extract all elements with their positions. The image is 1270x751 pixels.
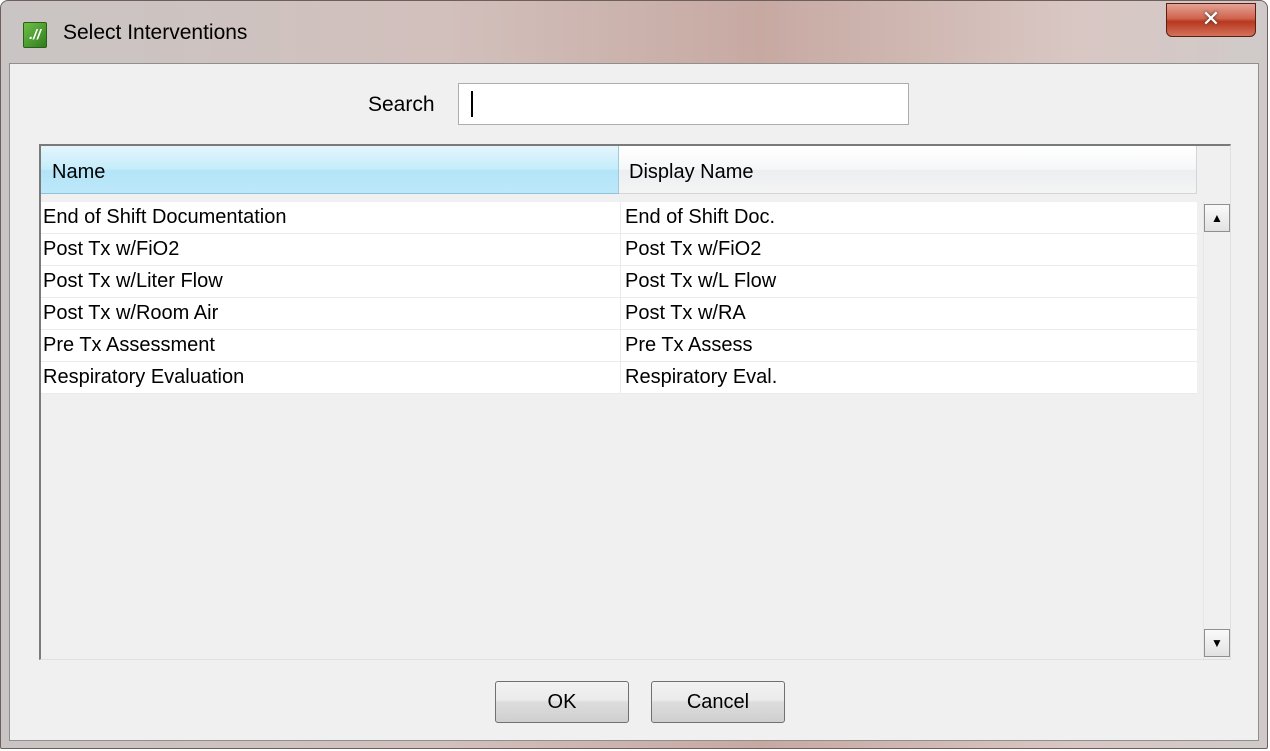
dialog-body: Search Name Display Name End of Shift Do… <box>9 63 1259 741</box>
cell-display-name: End of Shift Doc. <box>625 206 776 228</box>
search-input[interactable] <box>458 83 909 125</box>
window-title: Select Interventions <box>63 21 248 44</box>
column-header-display-name[interactable]: Display Name <box>619 146 1197 194</box>
column-header-name[interactable]: Name <box>41 146 619 194</box>
interventions-table: Name Display Name End of Shift Documenta… <box>39 144 1231 660</box>
cell-display-name: Post Tx w/RA <box>625 302 746 324</box>
close-icon: ✕ <box>1201 6 1221 31</box>
cell-display-name: Post Tx w/FiO2 <box>625 238 762 260</box>
cell-display-name: Respiratory Eval. <box>625 366 778 388</box>
close-button[interactable]: ✕ <box>1166 3 1256 37</box>
table-header: Name Display Name <box>41 146 1197 196</box>
text-cursor <box>471 91 473 117</box>
app-icon: .// <box>23 22 47 48</box>
title-bar[interactable]: .// Select Interventions ✕ <box>1 1 1267 63</box>
select-interventions-dialog: .// Select Interventions ✕ Search Name D… <box>0 0 1268 749</box>
table-row[interactable]: Post Tx w/Liter Flow Post Tx w/L Flow <box>41 266 1197 298</box>
cell-display-name: Post Tx w/L Flow <box>625 270 777 292</box>
cancel-button[interactable]: Cancel <box>651 681 785 723</box>
scroll-down-button[interactable]: ▼ <box>1204 629 1230 657</box>
cell-name: Post Tx w/FiO2 <box>41 234 621 265</box>
ok-button[interactable]: OK <box>495 681 629 723</box>
table-row[interactable]: Pre Tx Assessment Pre Tx Assess <box>41 330 1197 362</box>
table-row[interactable]: End of Shift Documentation End of Shift … <box>41 202 1197 234</box>
cell-name: Post Tx w/Room Air <box>41 298 621 329</box>
table-row[interactable]: Post Tx w/FiO2 Post Tx w/FiO2 <box>41 234 1197 266</box>
arrow-down-icon: ▼ <box>1211 636 1223 650</box>
vertical-scrollbar[interactable]: ▲ ▼ <box>1203 202 1230 659</box>
scroll-up-button[interactable]: ▲ <box>1204 204 1230 232</box>
table-row[interactable]: Respiratory Evaluation Respiratory Eval. <box>41 362 1197 394</box>
search-label: Search <box>368 93 435 116</box>
cell-name: Respiratory Evaluation <box>41 362 621 393</box>
cell-name: End of Shift Documentation <box>41 202 621 233</box>
table-body: End of Shift Documentation End of Shift … <box>41 202 1197 394</box>
cell-display-name: Pre Tx Assess <box>625 334 753 356</box>
table-row[interactable]: Post Tx w/Room Air Post Tx w/RA <box>41 298 1197 330</box>
cell-name: Pre Tx Assessment <box>41 330 621 361</box>
arrow-up-icon: ▲ <box>1211 211 1223 225</box>
cell-name: Post Tx w/Liter Flow <box>41 266 621 297</box>
